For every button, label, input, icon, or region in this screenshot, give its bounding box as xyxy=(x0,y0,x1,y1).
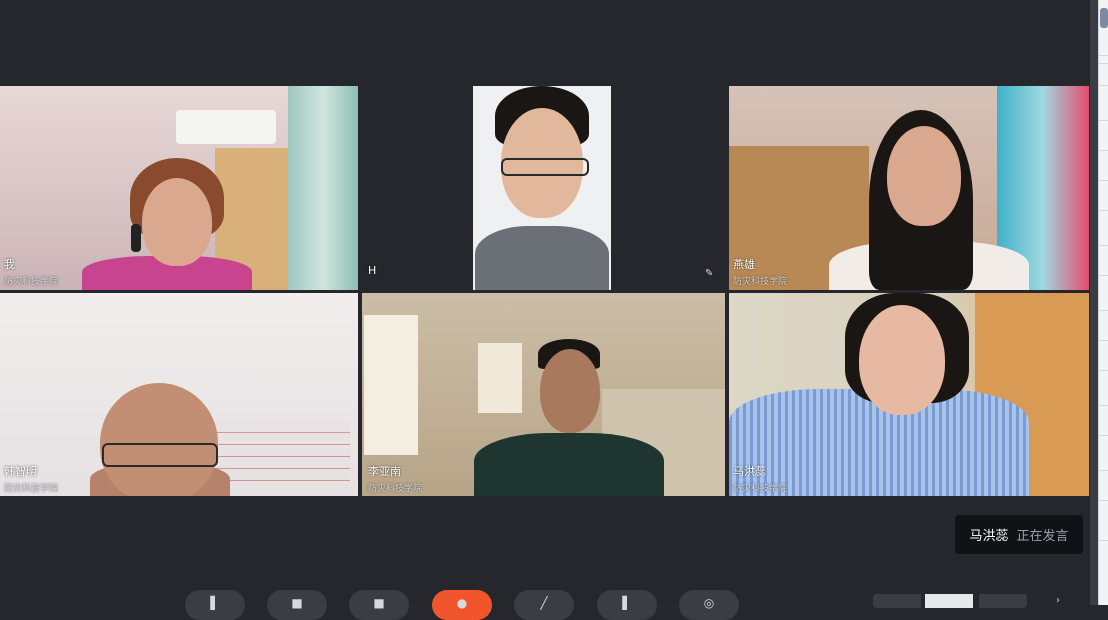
camera-button[interactable]: ■ xyxy=(267,590,327,620)
speaking-indicator: 马洪蕊 正在发言 xyxy=(955,515,1083,554)
share-button[interactable]: ■ xyxy=(349,590,409,620)
members-icon: ▌ xyxy=(622,596,632,610)
curtain xyxy=(288,86,358,290)
profile-photo xyxy=(473,86,611,290)
settings-icon: ◎ xyxy=(703,596,715,610)
video-feed xyxy=(729,86,1089,290)
panel-icon xyxy=(1100,8,1108,28)
members-button[interactable]: ▌ xyxy=(597,590,657,620)
headset xyxy=(131,224,141,252)
whiteboard-notes xyxy=(210,421,350,487)
settings-button[interactable]: ◎ xyxy=(679,590,739,620)
participant-name: 燕雄 xyxy=(733,258,755,271)
video-tile-self[interactable]: 我 防灾科技学院 xyxy=(0,86,358,290)
participant-org: 防灾科技学院 xyxy=(368,484,423,494)
video-tile-yanxiong[interactable]: 燕雄 防灾科技学院 xyxy=(729,86,1089,290)
mic-button[interactable]: ▌ xyxy=(185,590,245,620)
view-speaker-button[interactable] xyxy=(925,594,973,608)
video-tile-liyanan[interactable]: 李亚南 防灾科技学院 xyxy=(362,293,725,496)
glasses xyxy=(501,158,589,176)
participant-name: 马洪蕊 xyxy=(733,465,766,478)
participant-name: H xyxy=(368,264,377,277)
participant-name: 我 xyxy=(4,258,15,271)
participant-org: 防灾科技学院 xyxy=(4,484,59,494)
pen-icon: ╱ xyxy=(540,596,548,610)
view-grid-button[interactable] xyxy=(979,594,1027,608)
video-feed xyxy=(0,293,358,496)
video-tile-mahongrui[interactable]: 马洪蕊 防灾科技学院 xyxy=(729,293,1089,496)
side-panel-edge xyxy=(1098,0,1108,605)
participant-name: 李亚南 xyxy=(368,465,401,478)
view-gallery-button[interactable] xyxy=(873,594,921,608)
mic-muted-icon: ✎ xyxy=(705,268,714,279)
glasses xyxy=(102,443,218,467)
window-left xyxy=(364,315,418,455)
air-conditioner xyxy=(176,110,276,144)
share-icon: ■ xyxy=(373,596,385,610)
video-tile-hanzhiming[interactable]: 韩智明 防灾科技学院 xyxy=(0,293,358,496)
video-feed xyxy=(362,293,725,496)
participant-org: 防灾科技学院 xyxy=(4,277,59,287)
pen-button[interactable]: ╱ xyxy=(514,590,574,620)
scrollbar[interactable] xyxy=(1090,0,1098,605)
end-button[interactable]: ● xyxy=(432,590,492,620)
more-icon[interactable]: › xyxy=(1056,595,1060,606)
speaker-name: 马洪蕊 xyxy=(969,529,1009,544)
participant-org: 防灾科技学院 xyxy=(733,277,788,287)
mic-icon: ▌ xyxy=(210,596,220,610)
participant-org: 防灾科技学院 xyxy=(733,484,788,494)
participant-name: 韩智明 xyxy=(4,465,37,478)
video-tile-h[interactable]: H ✎ xyxy=(362,86,725,290)
video-feed xyxy=(729,293,1089,496)
record-icon: ● xyxy=(456,596,468,610)
camera-icon: ■ xyxy=(291,596,303,610)
video-feed xyxy=(0,86,358,290)
window-right xyxy=(478,343,522,413)
speaker-status: 正在发言 xyxy=(1016,529,1069,544)
